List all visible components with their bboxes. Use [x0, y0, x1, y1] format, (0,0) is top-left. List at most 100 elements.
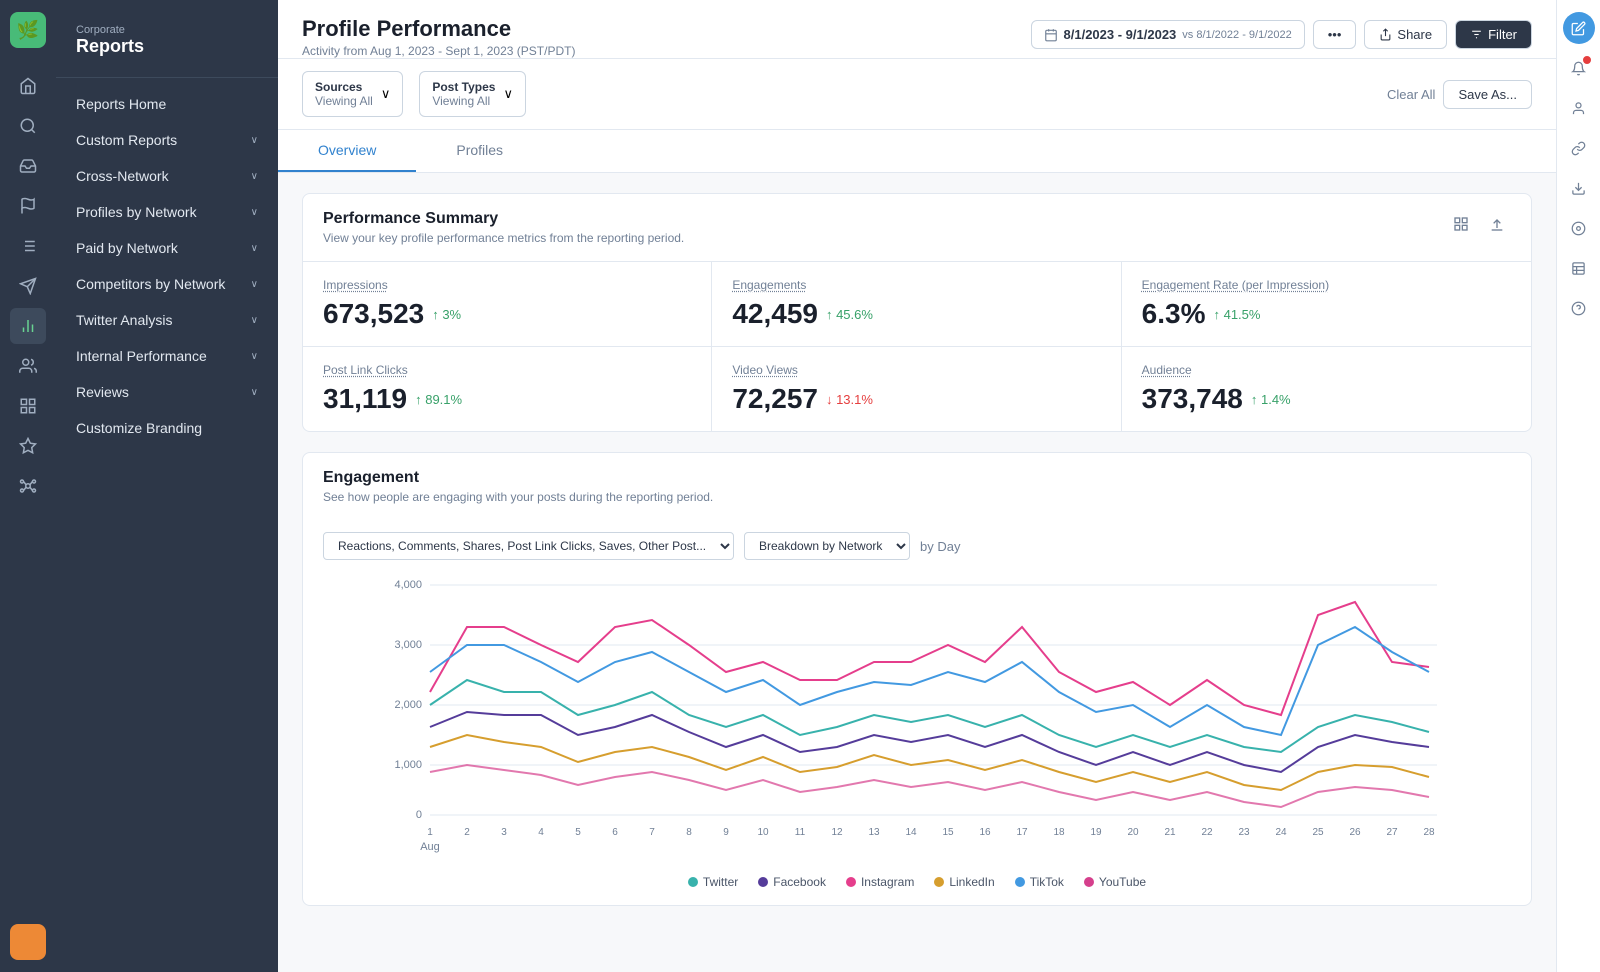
sidebar-item-customize-branding[interactable]: Customize Branding: [56, 410, 278, 446]
right-circle-button[interactable]: [1563, 212, 1595, 244]
engagements-value: 42,459 ↑ 45.6%: [732, 298, 1100, 330]
tab-profiles[interactable]: Profiles: [416, 130, 543, 172]
x-label-18: 18: [1053, 827, 1065, 838]
sidebar-item-twitter-analysis[interactable]: Twitter Analysis ∨: [56, 302, 278, 338]
video-views-value: 72,257 ↓ 13.1%: [732, 383, 1100, 415]
sidebar-item-competitors-by-network[interactable]: Competitors by Network ∨: [56, 266, 278, 302]
right-link-button[interactable]: [1563, 132, 1595, 164]
right-notification-button[interactable]: [1563, 52, 1595, 84]
sidebar-item-paid-by-network[interactable]: Paid by Network ∨: [56, 230, 278, 266]
main-header: Profile Performance Activity from Aug 1,…: [278, 0, 1556, 59]
x-label-26: 26: [1349, 827, 1361, 838]
date-range-main: 8/1/2023 - 9/1/2023: [1064, 27, 1177, 42]
link-icon: [1571, 141, 1586, 156]
post-link-clicks-value: 31,119 ↑ 89.1%: [323, 383, 691, 415]
export-button[interactable]: [1483, 210, 1511, 238]
x-label-15: 15: [942, 827, 954, 838]
performance-summary-title: Performance Summary: [323, 210, 684, 228]
legend-tiktok: TikTok: [1015, 875, 1064, 889]
x-label-24: 24: [1275, 827, 1287, 838]
page-subtitle: Activity from Aug 1, 2023 - Sept 1, 2023…: [302, 44, 575, 58]
engagement-chart-card: Engagement See how people are engaging w…: [302, 452, 1532, 906]
instagram-legend-dot: [846, 877, 856, 887]
right-person-button[interactable]: [1563, 92, 1595, 124]
legend-linkedin: LinkedIn: [934, 875, 994, 889]
nav-list[interactable]: [10, 228, 46, 264]
share-button[interactable]: Share: [1364, 20, 1447, 49]
main-content: Profile Performance Activity from Aug 1,…: [278, 0, 1556, 972]
sidebar-item-reviews[interactable]: Reviews ∨: [56, 374, 278, 410]
sidebar-corp: Corporate: [76, 24, 258, 36]
upload-icon: [1489, 216, 1505, 232]
engagement-rate-change: ↑ 41.5%: [1213, 307, 1260, 322]
right-export-button[interactable]: [1563, 172, 1595, 204]
engagement-subtitle: See how people are engaging with your po…: [323, 490, 713, 504]
nav-flag[interactable]: [10, 188, 46, 224]
performance-summary-title-area: Performance Summary View your key profil…: [323, 210, 684, 245]
sidebar-item-cross-network[interactable]: Cross-Network ∨: [56, 158, 278, 194]
nav-search[interactable]: [10, 108, 46, 144]
right-help-button[interactable]: [1563, 292, 1595, 324]
nav-integrations[interactable]: [10, 468, 46, 504]
x-label-13: 13: [868, 827, 880, 838]
nav-star[interactable]: [10, 428, 46, 464]
right-edit-button[interactable]: [1563, 12, 1595, 44]
impressions-value: 673,523 ↑ 3%: [323, 298, 691, 330]
person-icon: [1571, 101, 1586, 116]
sidebar: Corporate Reports Reports Home Custom Re…: [56, 0, 278, 972]
sidebar-item-profiles-by-network[interactable]: Profiles by Network ∨: [56, 194, 278, 230]
sources-value: Viewing All: [315, 94, 373, 108]
sources-chevron-icon: ∨: [381, 86, 391, 102]
performance-summary-header: Performance Summary View your key profil…: [303, 194, 1531, 261]
y-label-2000: 2,000: [394, 699, 422, 711]
x-label-27: 27: [1386, 827, 1398, 838]
x-label-10: 10: [757, 827, 769, 838]
nav-home[interactable]: [10, 68, 46, 104]
metric-post-link-clicks: Post Link Clicks 31,119 ↑ 89.1%: [303, 347, 712, 431]
audience-change: ↑ 1.4%: [1251, 392, 1291, 407]
right-table-button[interactable]: [1563, 252, 1595, 284]
user-avatar[interactable]: [10, 924, 46, 960]
nav-send[interactable]: [10, 268, 46, 304]
filter-button[interactable]: Filter: [1455, 20, 1532, 49]
more-options-button[interactable]: •••: [1313, 20, 1357, 49]
filter-icon: [1470, 28, 1483, 41]
sidebar-item-internal-performance[interactable]: Internal Performance ∨: [56, 338, 278, 374]
clear-all-button[interactable]: Clear All: [1387, 80, 1435, 109]
legend-twitter: Twitter: [688, 875, 738, 889]
breakdown-select[interactable]: Breakdown by Network: [744, 532, 910, 560]
engagement-metrics-select[interactable]: Reactions, Comments, Shares, Post Link C…: [323, 532, 734, 560]
x-label-3: 3: [501, 827, 507, 838]
help-icon: [1571, 301, 1586, 316]
chevron-competitors-by-network: ∨: [251, 279, 258, 290]
tiktok-legend-dot: [1015, 877, 1025, 887]
nav-inbox[interactable]: [10, 148, 46, 184]
sources-filter[interactable]: Sources Viewing All ∨: [302, 71, 403, 117]
tab-overview[interactable]: Overview: [278, 130, 416, 172]
post-types-filter[interactable]: Post Types Viewing All ∨: [419, 71, 526, 117]
engagement-rate-label: Engagement Rate (per Impression): [1142, 278, 1511, 292]
impressions-label: Impressions: [323, 278, 691, 292]
x-axis-month-label: Aug: [420, 841, 440, 853]
date-range-button[interactable]: 8/1/2023 - 9/1/2023 vs 8/1/2022 - 9/1/20…: [1031, 20, 1305, 49]
y-label-4000: 4,000: [394, 579, 422, 591]
sidebar-item-reports-home[interactable]: Reports Home: [56, 86, 278, 122]
x-label-4: 4: [538, 827, 544, 838]
engagement-rate-value: 6.3% ↑ 41.5%: [1142, 298, 1511, 330]
edit-icon: [1571, 21, 1586, 36]
bell-icon: [1571, 61, 1586, 76]
nav-analytics[interactable]: [10, 308, 46, 344]
filter-bar: Sources Viewing All ∨ Post Types Viewing…: [278, 59, 1556, 130]
impressions-change: ↑ 3%: [432, 307, 461, 322]
sidebar-item-custom-reports[interactable]: Custom Reports ∨: [56, 122, 278, 158]
y-label-3000: 3,000: [394, 639, 422, 651]
engagement-chart-header: Engagement See how people are engaging w…: [303, 453, 1531, 520]
save-as-button[interactable]: Save As...: [1443, 80, 1532, 109]
performance-summary-card: Performance Summary View your key profil…: [302, 193, 1532, 432]
nav-grid[interactable]: [10, 388, 46, 424]
nav-people[interactable]: [10, 348, 46, 384]
tabs: Overview Profiles: [278, 130, 1556, 173]
chart-controls: Reactions, Comments, Shares, Post Link C…: [303, 520, 1531, 572]
logo-icon[interactable]: 🌿: [10, 12, 46, 48]
grid-view-button[interactable]: [1447, 210, 1475, 238]
